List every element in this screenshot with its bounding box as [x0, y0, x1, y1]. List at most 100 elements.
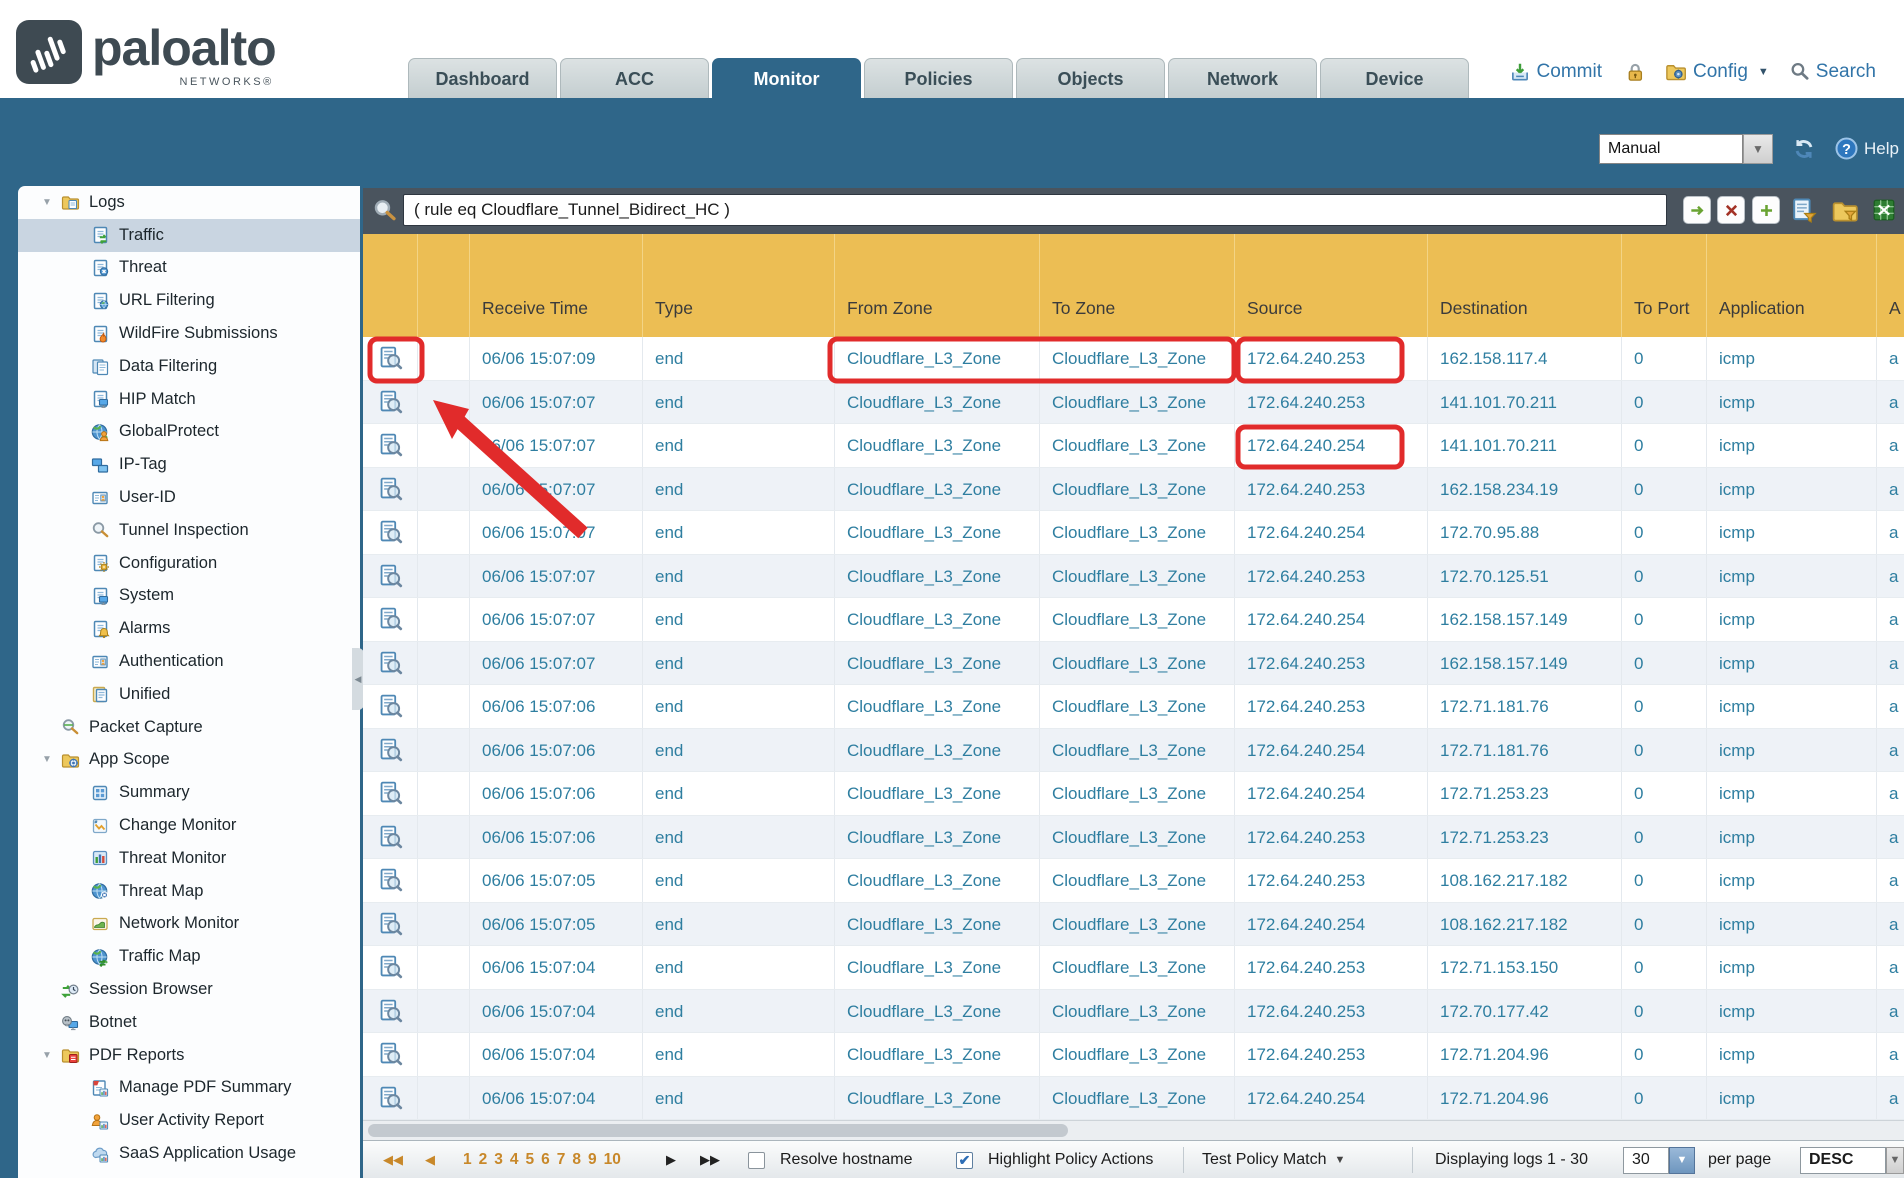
table-row[interactable]: 06/06 15:07:05 end Cloudflare_L3_Zone Cl…	[363, 859, 1904, 903]
log-detail-icon[interactable]	[377, 1085, 403, 1111]
page-number-5[interactable]: 5	[526, 1151, 535, 1169]
sidebar-item-threat[interactable]: Threat	[18, 252, 360, 285]
table-row[interactable]: 06/06 15:07:04 end Cloudflare_L3_Zone Cl…	[363, 1077, 1904, 1121]
sidebar-item-packet-capture[interactable]: Packet Capture	[18, 711, 360, 744]
tab-policies[interactable]: Policies	[864, 58, 1013, 98]
sidebar-item-network-monitor[interactable]: Network Monitor	[18, 908, 360, 941]
column-header-to-zone[interactable]: To Zone	[1040, 234, 1235, 337]
log-detail-icon[interactable]	[377, 911, 403, 937]
table-row[interactable]: 06/06 15:07:06 end Cloudflare_L3_Zone Cl…	[363, 816, 1904, 860]
tab-network[interactable]: Network	[1168, 58, 1317, 98]
sidebar-item-ip-tag[interactable]: IP-Tag	[18, 448, 360, 481]
table-row[interactable]: 06/06 15:07:07 end Cloudflare_L3_Zone Cl…	[363, 381, 1904, 425]
export-csv-button[interactable]	[1869, 195, 1899, 225]
table-row[interactable]: 06/06 15:07:07 end Cloudflare_L3_Zone Cl…	[363, 642, 1904, 686]
table-row[interactable]: 06/06 15:07:06 end Cloudflare_L3_Zone Cl…	[363, 772, 1904, 816]
column-header-type[interactable]: Type	[643, 234, 835, 337]
prev-page-button[interactable]: ◀	[425, 1141, 435, 1178]
page-number-6[interactable]: 6	[541, 1151, 550, 1169]
log-detail-icon[interactable]	[377, 650, 403, 676]
first-page-button[interactable]: ◀◀	[383, 1141, 403, 1178]
load-filter-button[interactable]	[1829, 195, 1859, 225]
sidebar-item-authentication[interactable]: Authentication	[18, 645, 360, 678]
column-header-destination[interactable]: Destination	[1428, 234, 1622, 337]
sidebar-item-data-filtering[interactable]: Data Filtering	[18, 350, 360, 383]
column-header-from-zone[interactable]: From Zone	[835, 234, 1040, 337]
refresh-mode-select[interactable]: Manual	[1599, 134, 1743, 164]
sidebar-item-unified[interactable]: Unified	[18, 678, 360, 711]
expand-triangle-icon[interactable]: ▼	[42, 754, 60, 765]
sidebar-item-botnet[interactable]: Botnet	[18, 1006, 360, 1039]
table-row[interactable]: 06/06 15:07:04 end Cloudflare_L3_Zone Cl…	[363, 946, 1904, 990]
sidebar-item-app-scope[interactable]: ▼App Scope	[18, 744, 360, 777]
table-row[interactable]: 06/06 15:07:07 end Cloudflare_L3_Zone Cl…	[363, 424, 1904, 468]
log-detail-icon[interactable]	[377, 476, 403, 502]
tab-objects[interactable]: Objects	[1016, 58, 1165, 98]
clear-filter-button[interactable]	[1717, 196, 1745, 224]
sidebar-item-wildfire-submissions[interactable]: WildFire Submissions	[18, 317, 360, 350]
expand-triangle-icon[interactable]: ▼	[42, 197, 60, 208]
log-detail-icon[interactable]	[377, 998, 403, 1024]
page-number-1[interactable]: 1	[463, 1151, 472, 1169]
log-detail-icon[interactable]	[377, 563, 403, 589]
sidebar-item-hip-match[interactable]: HIP Match	[18, 383, 360, 416]
config-menu-button[interactable]: Config ▼	[1664, 60, 1769, 83]
column-header-receive-time[interactable]: Receive Time	[470, 234, 643, 337]
tab-dashboard[interactable]: Dashboard	[408, 58, 557, 98]
page-number-4[interactable]: 4	[510, 1151, 519, 1169]
sort-order-caret-icon[interactable]: ▼	[1886, 1147, 1904, 1174]
log-detail-icon[interactable]	[377, 432, 403, 458]
log-detail-icon[interactable]	[377, 606, 403, 632]
log-detail-icon[interactable]	[377, 954, 403, 980]
sidebar-item-system[interactable]: System	[18, 580, 360, 613]
next-page-button[interactable]: ▶	[666, 1141, 676, 1178]
sidebar-item-logs[interactable]: ▼Logs	[18, 186, 360, 219]
page-number-10[interactable]: 10	[604, 1151, 621, 1169]
add-filter-button[interactable]	[1752, 196, 1780, 224]
log-detail-icon[interactable]	[377, 693, 403, 719]
sort-order-select[interactable]: DESC	[1800, 1147, 1886, 1174]
page-number-2[interactable]: 2	[479, 1151, 488, 1169]
sidebar-item-globalprotect[interactable]: GlobalProtect	[18, 416, 360, 449]
log-filter-input[interactable]	[403, 194, 1667, 226]
column-header-action[interactable]: A	[1877, 234, 1904, 337]
sidebar-item-pdf-reports[interactable]: ▼PDF Reports	[18, 1039, 360, 1072]
horizontal-scrollbar-thumb[interactable]	[368, 1124, 1068, 1137]
tab-monitor[interactable]: Monitor	[712, 58, 861, 98]
table-row[interactable]: 06/06 15:07:06 end Cloudflare_L3_Zone Cl…	[363, 685, 1904, 729]
log-detail-icon[interactable]	[377, 389, 403, 415]
sidebar-item-traffic[interactable]: Traffic	[18, 219, 360, 252]
table-row[interactable]: 06/06 15:07:04 end Cloudflare_L3_Zone Cl…	[363, 1033, 1904, 1077]
sidebar-item-manage-pdf-summary[interactable]: Manage PDF Summary	[18, 1072, 360, 1105]
sidebar-item-saas-application-usage[interactable]: SaaS Application Usage	[18, 1137, 360, 1170]
log-detail-icon[interactable]	[377, 867, 403, 893]
log-detail-icon[interactable]	[377, 824, 403, 850]
tab-acc[interactable]: ACC	[560, 58, 709, 98]
log-detail-icon[interactable]	[377, 345, 403, 371]
table-row[interactable]: 06/06 15:07:04 end Cloudflare_L3_Zone Cl…	[363, 990, 1904, 1034]
column-header-source[interactable]: Source	[1235, 234, 1428, 337]
per-page-caret-icon[interactable]: ▼	[1669, 1147, 1695, 1174]
log-detail-icon[interactable]	[377, 737, 403, 763]
table-row[interactable]: 06/06 15:07:07 end Cloudflare_L3_Zone Cl…	[363, 511, 1904, 555]
last-page-button[interactable]: ▶▶	[700, 1141, 720, 1178]
tab-device[interactable]: Device	[1320, 58, 1469, 98]
filter-builder-button[interactable]	[1789, 195, 1819, 225]
sidebar-item-user-id[interactable]: User-ID	[18, 481, 360, 514]
column-header-to-port[interactable]: To Port	[1622, 234, 1707, 337]
column-header-application[interactable]: Application	[1707, 234, 1877, 337]
sidebar-item-summary[interactable]: Summary	[18, 776, 360, 809]
log-detail-icon[interactable]	[377, 780, 403, 806]
table-row[interactable]: 06/06 15:07:07 end Cloudflare_L3_Zone Cl…	[363, 598, 1904, 642]
page-number-7[interactable]: 7	[557, 1151, 566, 1169]
page-number-9[interactable]: 9	[588, 1151, 597, 1169]
lock-button[interactable]	[1624, 61, 1646, 83]
horizontal-scrollbar[interactable]	[363, 1120, 1904, 1140]
sidebar-item-traffic-map[interactable]: Traffic Map	[18, 940, 360, 973]
table-row[interactable]: 06/06 15:07:09 end Cloudflare_L3_Zone Cl…	[363, 337, 1904, 381]
resolve-hostname-checkbox[interactable]	[748, 1152, 765, 1169]
column-header-spacer[interactable]	[418, 234, 470, 337]
page-number-8[interactable]: 8	[572, 1151, 581, 1169]
apply-filter-button[interactable]	[1683, 196, 1711, 224]
expand-triangle-icon[interactable]: ▼	[42, 1050, 60, 1061]
